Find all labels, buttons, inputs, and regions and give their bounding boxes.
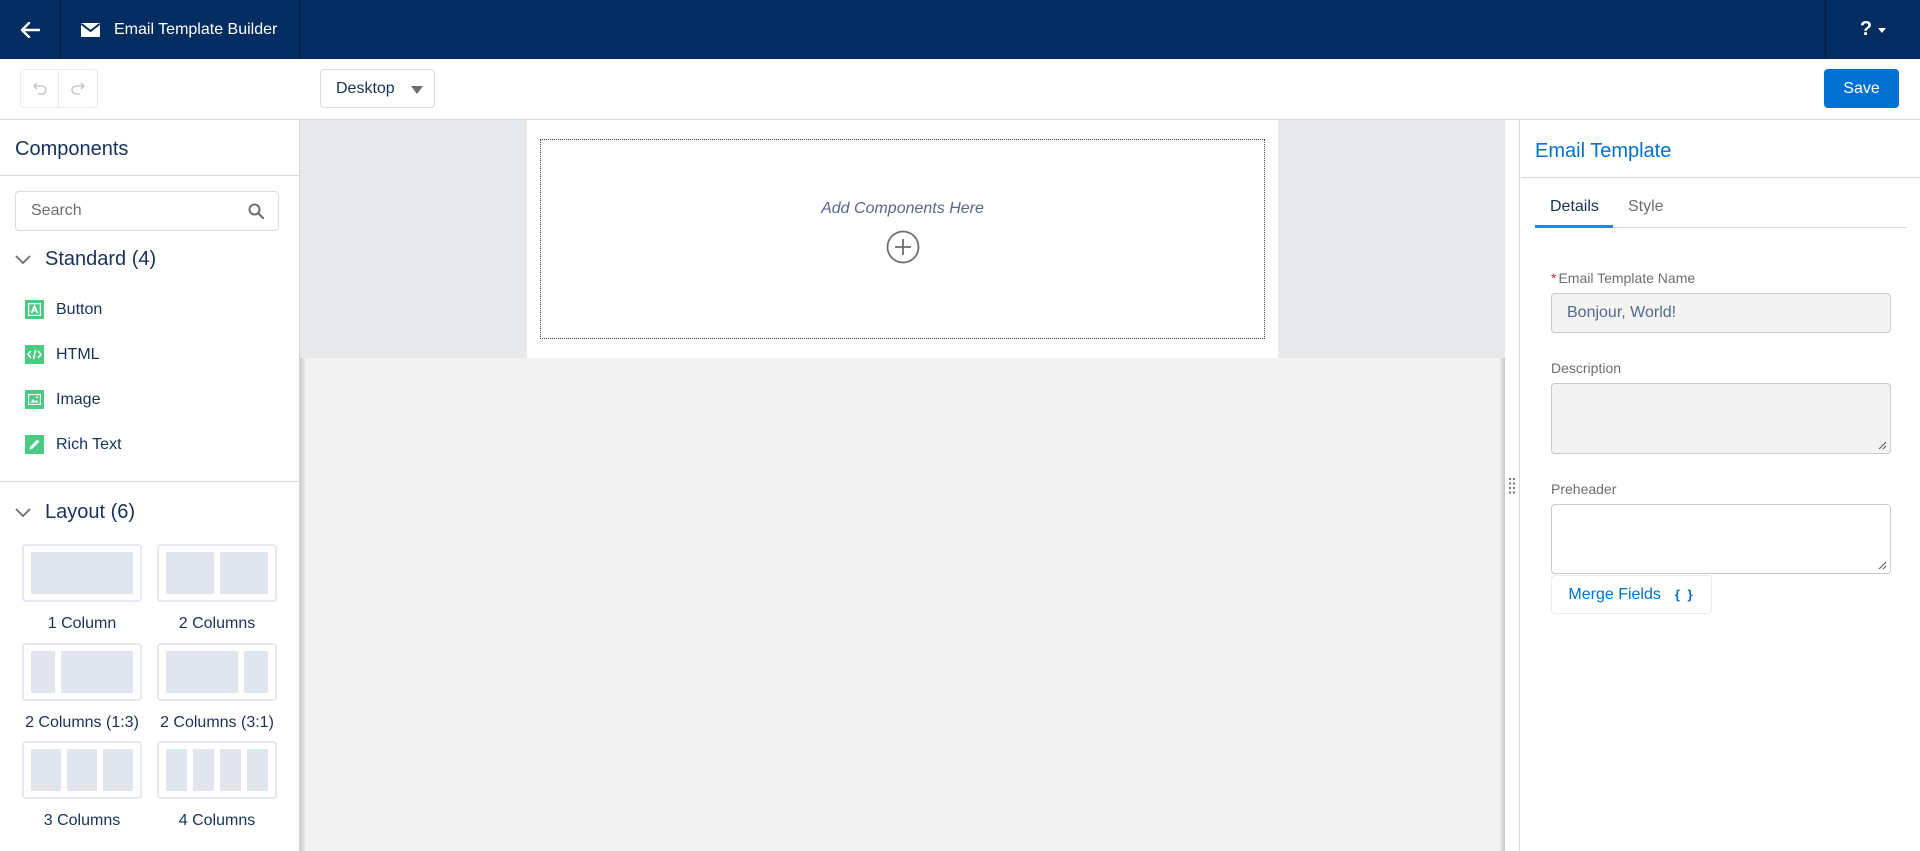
arrow-left-icon <box>20 21 40 38</box>
resize-grip-icon[interactable] <box>1878 441 1887 450</box>
chevron-down-icon <box>15 254 31 264</box>
template-name-label: * Email Template Name <box>1551 270 1696 286</box>
toolbar: Desktop Save <box>0 59 1920 120</box>
merge-fields-label: Merge Fields <box>1568 585 1661 603</box>
code-icon <box>25 345 44 364</box>
preheader-textarea[interactable] <box>1551 504 1891 574</box>
standard-section-toggle[interactable]: Standard (4) <box>15 248 156 271</box>
panel-resize-handle[interactable] <box>1505 120 1520 851</box>
dropdown-arrow-icon <box>411 86 423 94</box>
device-view-select[interactable]: Desktop <box>320 69 435 108</box>
resize-grip-icon[interactable] <box>1878 561 1887 570</box>
description-label: Description <box>1551 360 1622 376</box>
standard-section-label: Standard (4) <box>45 248 157 270</box>
component-search-input[interactable]: Search <box>15 191 279 231</box>
properties-tabs: Details Style <box>1535 190 1906 228</box>
undo-button[interactable] <box>20 69 59 108</box>
component-label: Image <box>56 390 101 408</box>
layout-preview <box>157 741 277 799</box>
layout-3-columns[interactable]: 3 Columns <box>22 741 142 830</box>
canvas-shadow-left <box>300 358 306 851</box>
component-html[interactable]: HTML <box>25 345 100 364</box>
global-header: Email Template Builder ? <box>0 0 1920 59</box>
components-panel: Components Search Standard (4) Button HT… <box>0 120 300 851</box>
layout-label: 4 Columns <box>178 812 256 829</box>
layout-preview <box>157 643 277 701</box>
merge-fields-button[interactable]: Merge Fields { } <box>1551 575 1712 614</box>
redo-icon <box>71 81 86 95</box>
image-icon <box>25 390 44 409</box>
properties-panel: Email Template Details Style * Email Temp… <box>1521 120 1920 851</box>
layout-preview <box>22 741 142 799</box>
pencil-icon <box>25 435 44 454</box>
device-view-value: Desktop <box>336 79 395 97</box>
template-name-input[interactable]: Bonjour, World! <box>1551 293 1891 333</box>
undo-redo-group <box>20 69 98 108</box>
app-title: Email Template Builder <box>114 20 278 38</box>
component-dropzone[interactable]: Add Components Here <box>540 139 1265 339</box>
help-menu-button[interactable]: ? <box>1825 0 1920 59</box>
search-placeholder: Search <box>31 202 82 219</box>
layout-4-columns[interactable]: 4 Columns <box>157 741 277 830</box>
layout-label: 1 Column <box>47 615 117 632</box>
add-circle-icon[interactable] <box>886 230 920 264</box>
description-textarea[interactable] <box>1551 383 1891 454</box>
section-divider <box>0 481 299 482</box>
layout-2-columns-3-1[interactable]: 2 Columns (3:1) <box>157 643 277 732</box>
layout-preview <box>22 544 142 602</box>
braces-icon: { } <box>1674 587 1695 602</box>
email-body: Add Components Here <box>527 120 1278 358</box>
layout-label: 2 Columns (3:1) <box>160 714 274 731</box>
template-name-value: Bonjour, World! <box>1567 304 1677 321</box>
component-rich-text[interactable]: Rich Text <box>25 435 122 454</box>
drag-handle-icon <box>1508 477 1516 494</box>
button-icon <box>25 300 44 319</box>
app-title-area: Email Template Builder <box>61 0 300 59</box>
help-icon: ? <box>1859 18 1873 40</box>
layout-label: 2 Columns (1:3) <box>25 714 139 731</box>
component-image[interactable]: Image <box>25 390 100 409</box>
back-button[interactable] <box>0 0 61 59</box>
preheader-value <box>1552 505 1890 525</box>
properties-title: Email Template <box>1521 120 1920 178</box>
chevron-down-icon <box>15 507 31 517</box>
components-title: Components <box>0 120 299 176</box>
preheader-label: Preheader <box>1551 481 1617 497</box>
email-icon <box>81 22 100 37</box>
tab-details[interactable]: Details <box>1535 190 1613 228</box>
caret-down-icon <box>1878 28 1887 33</box>
component-button[interactable]: Button <box>25 300 102 319</box>
email-canvas: Add Components Here <box>300 120 1505 851</box>
save-button[interactable]: Save <box>1824 69 1899 108</box>
layout-preview <box>157 544 277 602</box>
layout-2-columns[interactable]: 2 Columns <box>157 544 277 633</box>
tab-style[interactable]: Style <box>1613 190 1679 228</box>
component-label: Rich Text <box>56 435 122 453</box>
description-value <box>1552 384 1890 404</box>
layout-label: 2 Columns <box>178 615 256 632</box>
undo-icon <box>32 81 47 95</box>
layout-2-columns-1-3[interactable]: 2 Columns (1:3) <box>22 643 142 732</box>
layout-label: 3 Columns <box>43 812 121 829</box>
component-label: Button <box>56 300 103 318</box>
required-indicator: * <box>1551 270 1557 286</box>
redo-button[interactable] <box>59 69 98 108</box>
layout-preview <box>22 643 142 701</box>
layout-section-label: Layout (6) <box>45 501 136 523</box>
search-icon <box>248 203 264 219</box>
component-label: HTML <box>56 345 100 363</box>
layout-1-column[interactable]: 1 Column <box>22 544 142 633</box>
dropzone-text: Add Components Here <box>821 200 984 217</box>
layout-section-toggle[interactable]: Layout (6) <box>15 501 135 524</box>
